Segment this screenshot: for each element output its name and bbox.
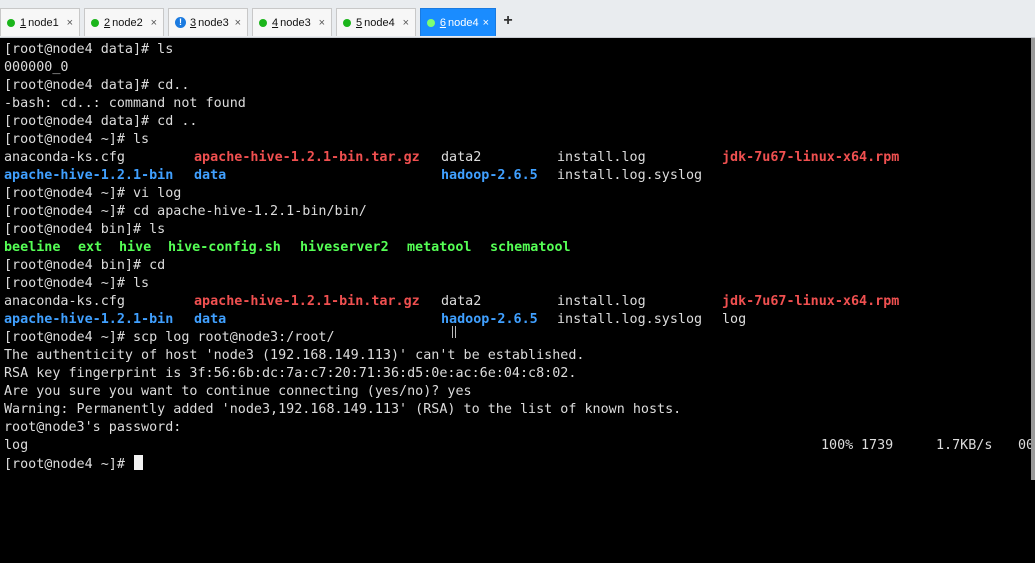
terminal-line: RSA key fingerprint is 3f:56:6b:dc:7a:c7…: [4, 366, 577, 381]
tab-bar: 1 node1 × 2 node2 × ! 3 node3 × 4 node3 …: [0, 0, 1035, 38]
tab-node1[interactable]: 1 node1 ×: [0, 8, 80, 36]
status-dot-icon: [259, 18, 267, 27]
ls-output-row: anaconda-ks.cfg apache-hive-1.2.1-bin.ta…: [4, 293, 1024, 311]
close-icon[interactable]: ×: [63, 17, 73, 29]
status-dot-icon: [427, 18, 435, 27]
tab-node4[interactable]: 5 node4 ×: [336, 8, 416, 36]
executable-entry: hive-config.sh: [168, 240, 281, 255]
terminal-line: [root@node4 ~]# cd apache-hive-1.2.1-bin…: [4, 204, 367, 219]
tab-number: 2: [104, 16, 111, 29]
executable-entry: hive: [119, 240, 152, 255]
tab-label: node4: [447, 16, 479, 29]
archive-entry: jdk-7u67-linux-x64.rpm: [722, 294, 900, 309]
new-tab-button[interactable]: +: [499, 9, 517, 33]
terminal-line: [root@node4 data]# cd ..: [4, 114, 198, 129]
ls-output-row: anaconda-ks.cfg apache-hive-1.2.1-bin.ta…: [4, 149, 1024, 167]
tab-label: node2: [112, 16, 143, 29]
executable-entry: metatool: [407, 240, 472, 255]
tab-node2[interactable]: 2 node2 ×: [84, 8, 164, 36]
directory-entry: data: [194, 312, 227, 327]
file-entry: log: [722, 312, 747, 327]
file-entry: data2: [441, 150, 482, 165]
tab-node3-second[interactable]: 4 node3 ×: [252, 8, 332, 36]
close-icon[interactable]: ×: [399, 17, 409, 29]
status-dot-icon: [91, 18, 99, 27]
tab-label: node1: [28, 16, 59, 29]
file-entry: data2: [441, 294, 482, 309]
status-dot-icon: [7, 18, 15, 27]
tab-label: node4: [364, 16, 395, 29]
terminal-line: Are you sure you want to continue connec…: [4, 384, 472, 399]
transfer-rate: 1.7KB/s: [936, 438, 993, 453]
file-entry: install.log.syslog: [557, 168, 703, 183]
close-icon[interactable]: ×: [147, 17, 157, 29]
tab-label: node3: [280, 16, 311, 29]
transfer-bytes: 1739: [861, 438, 894, 453]
ls-output-row: apache-hive-1.2.1-bin data hadoop-2.6.5 …: [4, 167, 1024, 185]
terminal-line: [root@node4 ~]# ls: [4, 132, 150, 147]
close-icon[interactable]: ×: [231, 17, 241, 29]
directory-entry: apache-hive-1.2.1-bin: [4, 312, 174, 327]
transfer-filename: log: [4, 438, 29, 453]
close-icon[interactable]: ×: [479, 17, 489, 29]
transfer-percent: 100%: [821, 438, 854, 453]
tab-number: 3: [190, 16, 197, 29]
terminal-line: [root@node4 bin]# ls: [4, 222, 166, 237]
terminal-output[interactable]: [root@node4 data]# ls 000000_0 [root@nod…: [0, 38, 1035, 480]
mouse-ibeam-icon: [452, 326, 456, 338]
tab-number: 4: [272, 16, 279, 29]
ls-output-row: apache-hive-1.2.1-bin data hadoop-2.6.5 …: [4, 311, 1024, 329]
terminal-line: [root@node4 data]# ls: [4, 42, 174, 57]
status-dot-icon: [343, 18, 351, 27]
executable-entry: hiveserver2: [300, 240, 389, 255]
terminal-line: [root@node4 ~]# ls: [4, 276, 150, 291]
tab-node3[interactable]: ! 3 node3 ×: [168, 8, 248, 36]
terminal-line: [root@node4 ~]# vi log: [4, 186, 182, 201]
window-edge: [1031, 38, 1035, 480]
archive-entry: apache-hive-1.2.1-bin.tar.gz: [194, 294, 420, 309]
archive-entry: apache-hive-1.2.1-bin.tar.gz: [194, 150, 420, 165]
directory-entry: apache-hive-1.2.1-bin: [4, 168, 174, 183]
terminal-line: 000000_0: [4, 60, 69, 75]
file-entry: install.log: [557, 294, 646, 309]
tab-number: 5: [356, 16, 363, 29]
archive-entry: jdk-7u67-linux-x64.rpm: [722, 150, 900, 165]
tab-label: node3: [198, 16, 229, 29]
file-entry: install.log: [557, 150, 646, 165]
tab-number: 6: [439, 16, 446, 29]
tab-node4-active[interactable]: 6 node4 ×: [420, 8, 496, 36]
terminal-line: Warning: Permanently added 'node3,192.16…: [4, 402, 682, 417]
directory-entry: hadoop-2.6.5: [441, 168, 538, 183]
tab-number: 1: [20, 16, 27, 29]
text-cursor: [134, 455, 143, 470]
file-entry: anaconda-ks.cfg: [4, 294, 125, 309]
file-entry: install.log.syslog: [557, 312, 703, 327]
scp-progress-row: log 100% 1739 1.7KB/s 00: [4, 437, 1034, 455]
executable-entry: ext: [78, 240, 103, 255]
terminal-line: [root@node4 bin]# cd: [4, 258, 166, 273]
prompt-text: [root@node4 ~]#: [4, 457, 133, 472]
terminal-line: The authenticity of host 'node3 (192.168…: [4, 348, 585, 363]
prompt-line: [root@node4 ~]#: [4, 455, 143, 473]
terminal-line: -bash: cd..: command not found: [4, 96, 246, 111]
executable-entry: schematool: [490, 240, 571, 255]
terminal-line: [root@node4 ~]# scp log root@node3:/root…: [4, 330, 335, 345]
terminal-line: [root@node4 data]# cd..: [4, 78, 190, 93]
close-icon[interactable]: ×: [315, 17, 325, 29]
info-icon: !: [175, 17, 186, 28]
directory-entry: data: [194, 168, 227, 183]
bin-ls-output: beeline ext hive hive-config.sh hiveserv…: [4, 239, 1024, 257]
executable-entry: beeline: [4, 240, 61, 255]
terminal-line: root@node3's password:: [4, 420, 182, 435]
file-entry: anaconda-ks.cfg: [4, 150, 125, 165]
